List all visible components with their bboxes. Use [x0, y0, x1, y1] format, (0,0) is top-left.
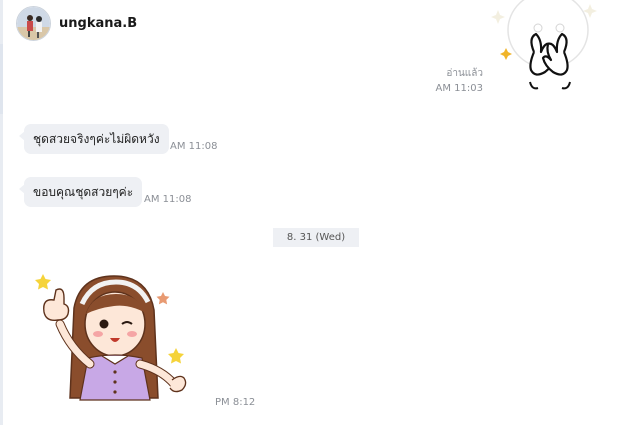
incoming-sticker[interactable] [30, 268, 200, 408]
sticker-character-icon [491, 0, 597, 90]
message-bubble[interactable]: ขอบคุณชุดสวยๆค่ะ [18, 177, 143, 207]
message-time: PM 8:12 [215, 397, 256, 408]
date-separator: 8. 31 (Wed) [273, 228, 359, 247]
message-bubble[interactable]: ชุดสวยจริงๆค่ะไม่ผิดหวัง [19, 124, 169, 154]
outgoing-sticker[interactable] [490, 0, 610, 95]
avatar[interactable] [16, 6, 51, 41]
contact-name[interactable]: ungkana.B [59, 16, 137, 31]
avatar-photo [17, 7, 50, 40]
left-rail [0, 0, 3, 425]
chat-header: ungkana.B [16, 6, 137, 41]
read-status: อ่านแล้ว AM 11:03 [436, 66, 483, 96]
message-time: AM 11:03 [435, 83, 483, 94]
message-time: AM 11:08 [170, 141, 218, 152]
left-rail-mark [0, 44, 3, 114]
message-time: AM 11:08 [144, 194, 192, 205]
read-label: อ่านแล้ว [446, 68, 483, 79]
sticker-girl-thumbs-up-icon [35, 274, 187, 401]
